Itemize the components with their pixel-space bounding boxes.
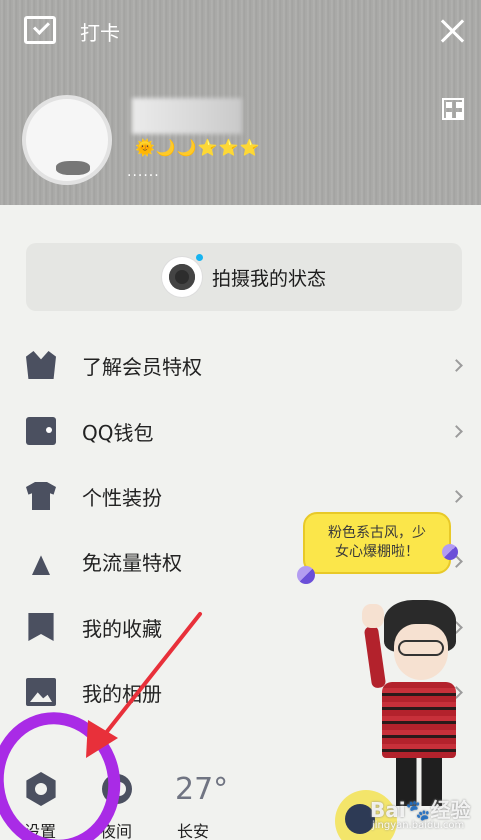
mascot-character[interactable]	[362, 596, 472, 806]
checkin-title[interactable]: 打卡	[80, 17, 120, 46]
signature-text: ......	[127, 164, 160, 180]
menu-item-label: 免流量特权	[82, 550, 182, 575]
qr-code-icon[interactable]	[442, 98, 464, 120]
menu-item-theme[interactable]: 个性装扮	[0, 476, 481, 516]
shirt-icon	[26, 482, 56, 510]
chevron-right-icon	[450, 358, 463, 372]
chevron-right-icon	[450, 489, 463, 503]
weather-city[interactable]: 长安	[177, 818, 209, 840]
bookmark-icon	[28, 613, 54, 641]
nickname-blurred	[132, 98, 242, 134]
album-icon	[26, 678, 56, 706]
crown-icon	[26, 351, 56, 379]
menu-item-vip[interactable]: 了解会员特权	[0, 345, 481, 385]
mascot-shirt	[382, 682, 456, 758]
chevron-right-icon	[450, 424, 463, 438]
menu-item-label: QQ钱包	[82, 420, 154, 445]
weather-temperature[interactable]: 27°	[175, 772, 228, 807]
decor-dot-icon	[442, 544, 458, 560]
capture-status-label: 拍摄我的状态	[211, 267, 326, 290]
mascot-glasses	[398, 640, 444, 656]
capture-status-button[interactable]: 拍摄我的状态	[26, 243, 462, 311]
bubble-line-1: 粉色系古风，少	[328, 525, 426, 541]
level-badges: 🌞🌙🌙⭐⭐⭐	[135, 138, 261, 157]
wallet-icon	[26, 417, 56, 445]
close-icon[interactable]	[440, 18, 466, 44]
menu-item-label: 了解会员特权	[82, 354, 202, 379]
mascot-hand	[362, 604, 384, 628]
annotation-arrow-icon	[86, 612, 202, 758]
bubble-line-2: 女心爆棚啦！	[335, 544, 419, 560]
menu-item-label: 个性装扮	[82, 485, 162, 510]
antenna-icon	[32, 555, 50, 575]
mascot-speech-bubble[interactable]: 粉色系古风，少 女心爆棚啦！	[303, 512, 451, 574]
avatar[interactable]	[22, 95, 112, 185]
calendar-check-icon[interactable]	[24, 16, 56, 44]
menu-item-wallet[interactable]: QQ钱包	[0, 411, 481, 451]
watermark-logo: Bai🐾经验	[370, 798, 471, 822]
watermark-url: jingyan.baidu.com	[372, 820, 465, 831]
camera-icon	[161, 254, 203, 297]
profile-header: 打卡 🌞🌙🌙⭐⭐⭐ ......	[0, 0, 481, 205]
decor-dot-icon	[297, 566, 315, 584]
